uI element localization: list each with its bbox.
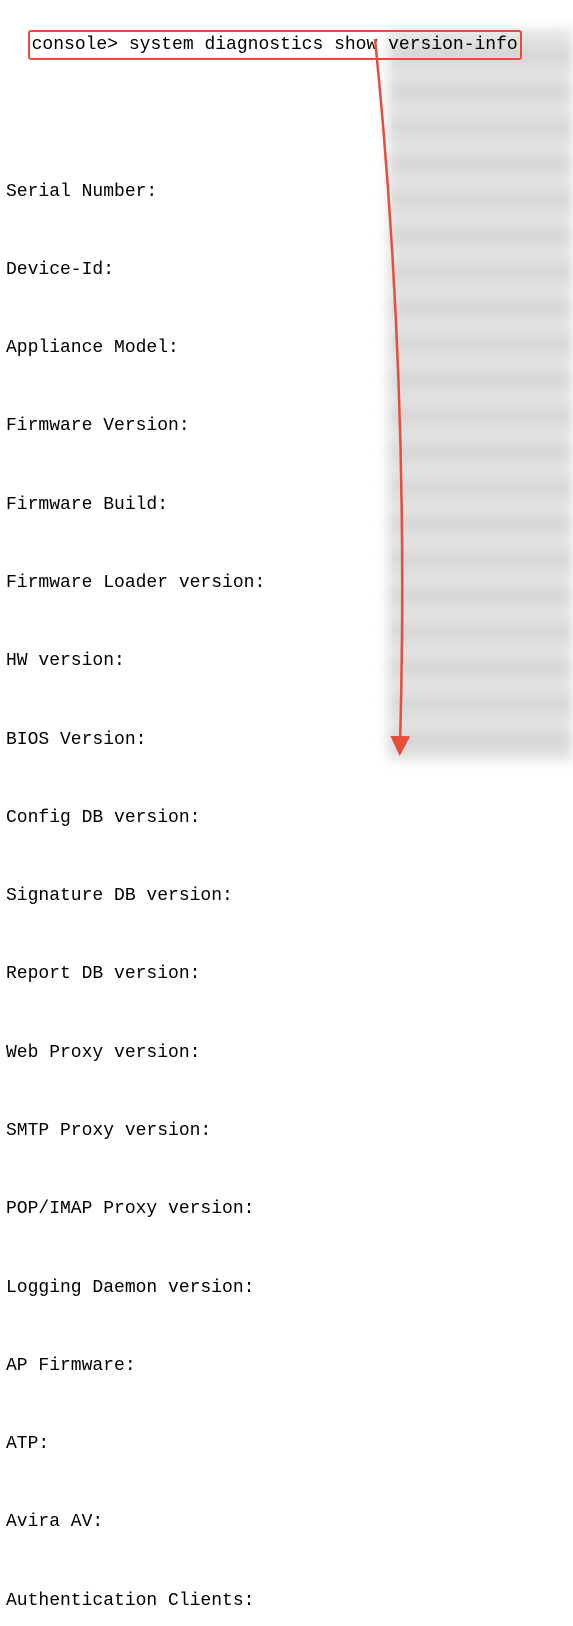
output-row: Firmware Loader version: xyxy=(6,570,567,596)
row-label: BIOS Version: xyxy=(6,727,146,753)
row-label: HW version: xyxy=(6,648,125,674)
output-row: Authentication Clients: xyxy=(6,1588,567,1614)
output-row: Report DB version: xyxy=(6,961,567,987)
output-row: HW version: xyxy=(6,648,567,674)
row-label: Firmware Build: xyxy=(6,492,168,518)
output-row: BIOS Version: xyxy=(6,727,567,753)
output-row: SMTP Proxy version: xyxy=(6,1118,567,1144)
row-label: Avira AV: xyxy=(6,1509,103,1535)
output-row: ATP: xyxy=(6,1431,567,1457)
output-row: Device-Id: xyxy=(6,257,567,283)
row-label: Serial Number: xyxy=(6,179,157,205)
row-label: POP/IMAP Proxy version: xyxy=(6,1196,254,1222)
output-row: Config DB version: xyxy=(6,805,567,831)
row-label: Logging Daemon version: xyxy=(6,1275,254,1301)
row-label: AP Firmware: xyxy=(6,1353,136,1379)
command-line-highlight: console> system diagnostics show version… xyxy=(28,30,522,60)
row-label: Firmware Version: xyxy=(6,413,190,439)
command-text: system diagnostics show version-info xyxy=(129,35,518,55)
row-label: Web Proxy version: xyxy=(6,1040,200,1066)
output-row: Serial Number: xyxy=(6,179,567,205)
output-row: AP Firmware: xyxy=(6,1353,567,1379)
row-label: Signature DB version: xyxy=(6,883,233,909)
output-row: Avira AV: xyxy=(6,1509,567,1535)
output-row: Signature DB version: xyxy=(6,883,567,909)
output-row: Firmware Build: xyxy=(6,492,567,518)
terminal-output: console> system diagnostics show version… xyxy=(0,0,573,1626)
row-label: ATP: xyxy=(6,1431,49,1457)
row-label: Appliance Model: xyxy=(6,335,179,361)
prompt-prefix: console> xyxy=(32,35,118,55)
row-label: Authentication Clients: xyxy=(6,1588,254,1614)
row-label: Device-Id: xyxy=(6,257,114,283)
output-row: Logging Daemon version: xyxy=(6,1275,567,1301)
output-row: POP/IMAP Proxy version: xyxy=(6,1196,567,1222)
row-label: Config DB version: xyxy=(6,805,200,831)
row-label: SMTP Proxy version: xyxy=(6,1118,211,1144)
row-label: Firmware Loader version: xyxy=(6,570,265,596)
version-info-block: Serial Number: Device-Id: Appliance Mode… xyxy=(6,126,567,1626)
output-row: Firmware Version: xyxy=(6,413,567,439)
output-row: Web Proxy version: xyxy=(6,1040,567,1066)
output-row: Appliance Model: xyxy=(6,335,567,361)
row-label: Report DB version: xyxy=(6,961,200,987)
